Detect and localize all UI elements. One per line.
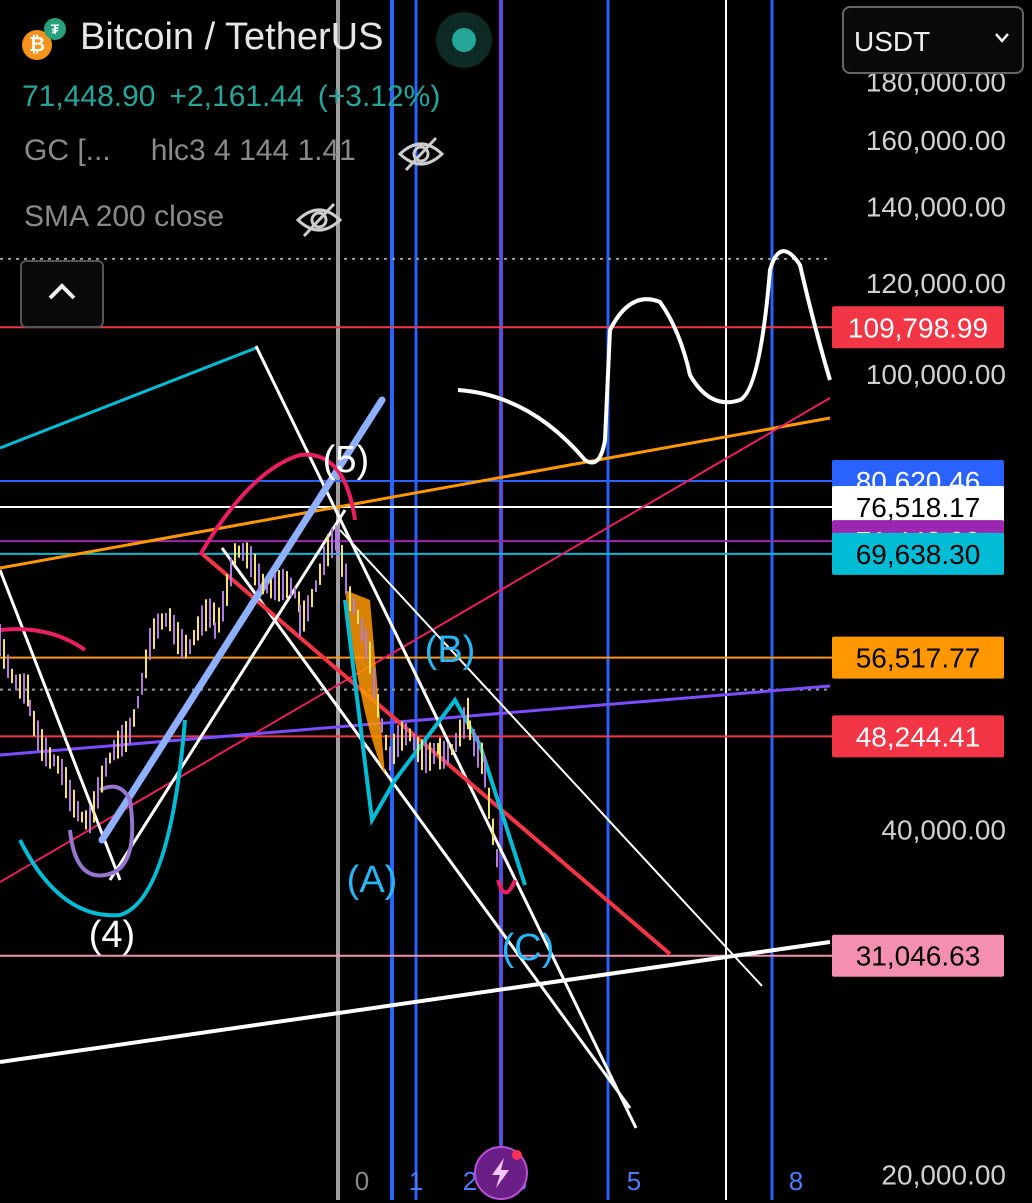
candles (0, 525, 498, 868)
x-tick-label: 8 (789, 1166, 803, 1196)
price-label: 69,638.30 (832, 532, 1004, 575)
eye-off-icon[interactable] (294, 200, 344, 240)
price-change: +2,161.44 (169, 80, 304, 113)
price-label: 109,798.99 (832, 306, 1004, 349)
price-label-text: 48,244.41 (856, 721, 981, 752)
price-label: 31,046.63 (832, 934, 1004, 977)
wave-label: (4) (89, 914, 135, 956)
x-tick-label: 5 (627, 1166, 641, 1196)
notification-dot (512, 1150, 522, 1160)
tether-icon: ₮ (44, 18, 66, 40)
indicator-name: GC [... (24, 134, 111, 167)
price-chart[interactable]: (5)(4)(B)(A)(C) 012358180,000.00160,000.… (0, 0, 1032, 1200)
chevron-down-icon (995, 33, 1009, 43)
wave-label: (C) (502, 927, 555, 969)
x-tick-label: 0 (355, 1166, 369, 1196)
y-tick-label: 100,000.00 (866, 359, 1006, 390)
indicator-legend-sma[interactable]: SMA 200 close (24, 200, 224, 234)
trend-line (339, 529, 763, 987)
trend-line (108, 509, 347, 881)
y-tick-label: 120,000.00 (866, 268, 1006, 299)
chevron-up-icon (48, 283, 76, 300)
y-tick-label: 20,000.00 (881, 1159, 1006, 1190)
y-tick-label: 40,000.00 (881, 815, 1006, 846)
wave-c-mark (496, 879, 517, 895)
symbol-title[interactable]: Bitcoin / TetherUS (80, 16, 383, 59)
y-tick-label: 160,000.00 (866, 125, 1006, 156)
y-tick-label: 140,000.00 (866, 191, 1006, 222)
last-price: 71,448.90 (22, 80, 156, 113)
market-status-icon[interactable] (436, 12, 492, 68)
indicator-params: hlc3 4 144 1.41 (150, 134, 356, 167)
price-label: 56,517.77 (832, 636, 1004, 679)
price-label-text: 76,518.17 (856, 492, 981, 523)
wave-label: (A) (347, 859, 398, 901)
indicator-legend-gc[interactable]: GC [... hlc3 4 144 1.41 (24, 134, 356, 168)
replay-button[interactable] (474, 1146, 528, 1200)
x-tick-label: 1 (409, 1166, 423, 1196)
price-label-text: 56,517.77 (856, 643, 981, 674)
trend-line (0, 346, 257, 450)
price-label-text: 31,046.63 (856, 941, 981, 972)
wave-label: (B) (425, 629, 476, 671)
currency-value: USDT (854, 26, 931, 57)
price-change-percent: (+3.12%) (317, 80, 441, 113)
price-label-text: 69,638.30 (856, 539, 981, 570)
price-label-text: 109,798.99 (848, 312, 988, 343)
price-row: 71,448.90 +2,161.44 (+3.12%) (22, 80, 454, 114)
resistance-arc (0, 627, 87, 652)
collapse-legend-button[interactable] (20, 260, 104, 328)
eye-off-icon[interactable] (396, 134, 446, 174)
currency-select[interactable]: USDT (842, 6, 1024, 74)
price-label: 48,244.41 (832, 715, 1004, 758)
wave-label: (5) (323, 439, 369, 481)
fib-time-zones (336, 0, 774, 1200)
